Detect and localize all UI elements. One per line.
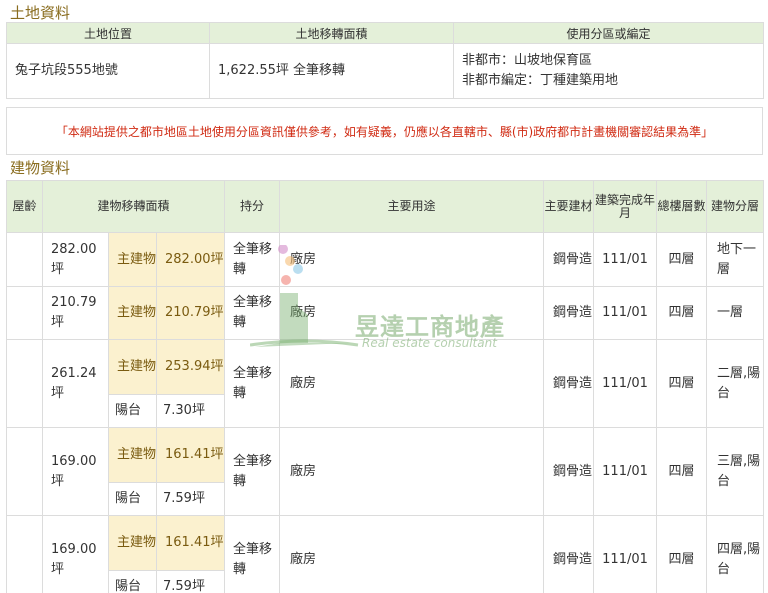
row-main-label: 主建物 — [108, 515, 157, 571]
row-material: 鋼骨造 — [543, 515, 595, 593]
row-balcony-label: 陽台 — [108, 570, 157, 593]
table-row: 282.00坪 主建物 282.00坪 全筆移轉 廠房 鋼骨造 111/01 四… — [6, 232, 765, 287]
land-header-zoning: 使用分區或編定 — [453, 22, 764, 44]
row-total-area: 282.00坪 — [42, 232, 109, 287]
row-holding: 全筆移轉 — [224, 427, 281, 516]
row-use: 廠房 — [279, 427, 545, 516]
land-header-area: 土地移轉面積 — [209, 22, 454, 44]
row-use: 廠房 — [279, 515, 545, 593]
row-completed: 111/01 — [593, 232, 658, 287]
row-age — [6, 232, 43, 287]
header-floor: 建物分層 — [706, 180, 765, 233]
row-material: 鋼骨造 — [543, 286, 595, 340]
land-zoning: 非都市：山坡地保育區 非都市編定：丁種建築用地 — [453, 43, 764, 99]
row-main-label: 主建物 — [108, 339, 157, 395]
zoning-disclaimer: 「本網站提供之都市地區土地使用分區資訊僅供參考，如有疑義，仍應以各直轄市、縣(市… — [6, 107, 763, 155]
row-balcony-area: 7.59坪 — [155, 482, 226, 516]
row-main-label: 主建物 — [108, 232, 157, 287]
row-total-floors: 四層 — [656, 339, 708, 428]
row-age — [6, 427, 43, 516]
row-material: 鋼骨造 — [543, 232, 595, 287]
land-area: 1,622.55坪 全筆移轉 — [209, 43, 454, 99]
row-total-floors: 四層 — [656, 232, 708, 287]
row-main-label: 主建物 — [108, 286, 157, 340]
row-holding: 全筆移轉 — [224, 515, 281, 593]
row-total-area: 210.79坪 — [42, 286, 109, 340]
row-total-floors: 四層 — [656, 286, 708, 340]
row-holding: 全筆移轉 — [224, 286, 281, 340]
header-age: 屋齡 — [6, 180, 43, 233]
land-zoning-line1: 非都市：山坡地保育區 — [462, 53, 593, 68]
row-age — [6, 515, 43, 593]
row-completed: 111/01 — [593, 427, 658, 516]
table-row: 261.24坪 主建物 253.94坪 全筆移轉 廠房 鋼骨造 111/01 四… — [6, 339, 765, 428]
land-zoning-line2: 非都市編定：丁種建築用地 — [462, 73, 619, 88]
row-main-area: 161.41坪 — [155, 427, 226, 483]
row-use: 廠房 — [279, 286, 545, 340]
row-total-floors: 四層 — [656, 515, 708, 593]
row-main-label: 主建物 — [108, 427, 157, 483]
land-header-location: 土地位置 — [6, 22, 210, 44]
row-balcony-area: 7.59坪 — [155, 570, 226, 593]
table-row: 210.79坪 主建物 210.79坪 全筆移轉 廠房 鋼骨造 111/01 四… — [6, 286, 765, 340]
row-material: 鋼骨造 — [543, 427, 595, 516]
row-material: 鋼骨造 — [543, 339, 595, 428]
header-material: 主要建材 — [543, 180, 595, 233]
row-use: 廠房 — [279, 232, 545, 287]
header-area: 建物移轉面積 — [41, 180, 226, 233]
row-completed: 111/01 — [593, 286, 658, 340]
building-table: 屋齡 建物移轉面積 持分 主要用途 主要建材 建築完成年月 總樓層數 建物分層 … — [6, 180, 765, 593]
table-row: 169.00坪 主建物 161.41坪 全筆移轉 廠房 鋼骨造 111/01 四… — [6, 427, 765, 516]
row-main-area: 210.79坪 — [155, 286, 226, 340]
row-age — [6, 286, 43, 340]
header-completed: 建築完成年月 — [593, 180, 658, 233]
row-completed: 111/01 — [593, 515, 658, 593]
row-completed: 111/01 — [593, 339, 658, 428]
row-floor: 地下一層 — [706, 232, 765, 287]
row-use: 廠房 — [279, 339, 545, 428]
row-total-area: 261.24坪 — [42, 339, 109, 428]
land-row: 兔子坑段555地號 1,622.55坪 全筆移轉 非都市：山坡地保育區 非都市編… — [6, 43, 764, 99]
row-total-area: 169.00坪 — [42, 427, 109, 516]
row-balcony-label: 陽台 — [108, 482, 157, 516]
building-header-row: 屋齡 建物移轉面積 持分 主要用途 主要建材 建築完成年月 總樓層數 建物分層 — [6, 180, 765, 233]
building-section-title: 建物資料 — [10, 159, 71, 177]
land-header-row: 土地位置 土地移轉面積 使用分區或編定 — [6, 22, 764, 44]
row-age — [6, 339, 43, 428]
header-holding: 持分 — [224, 180, 281, 233]
land-table: 土地位置 土地移轉面積 使用分區或編定 兔子坑段555地號 1,622.55坪 … — [6, 22, 764, 99]
row-balcony-label: 陽台 — [108, 394, 157, 428]
land-section-title: 土地資料 — [10, 4, 71, 22]
header-total-floors: 總樓層數 — [656, 180, 708, 233]
row-floor: 四層,陽台 — [706, 515, 765, 593]
row-floor: 三層,陽台 — [706, 427, 765, 516]
row-floor: 一層 — [706, 286, 765, 340]
row-holding: 全筆移轉 — [224, 232, 281, 287]
row-main-area: 161.41坪 — [155, 515, 226, 571]
row-floor: 二層,陽台 — [706, 339, 765, 428]
table-row: 169.00坪 主建物 161.41坪 全筆移轉 廠房 鋼骨造 111/01 四… — [6, 515, 765, 593]
row-main-area: 253.94坪 — [155, 339, 226, 395]
land-location: 兔子坑段555地號 — [6, 43, 210, 99]
row-balcony-area: 7.30坪 — [155, 394, 226, 428]
row-main-area: 282.00坪 — [155, 232, 226, 287]
row-total-area: 169.00坪 — [42, 515, 109, 593]
header-use: 主要用途 — [279, 180, 545, 233]
row-holding: 全筆移轉 — [224, 339, 281, 428]
row-total-floors: 四層 — [656, 427, 708, 516]
